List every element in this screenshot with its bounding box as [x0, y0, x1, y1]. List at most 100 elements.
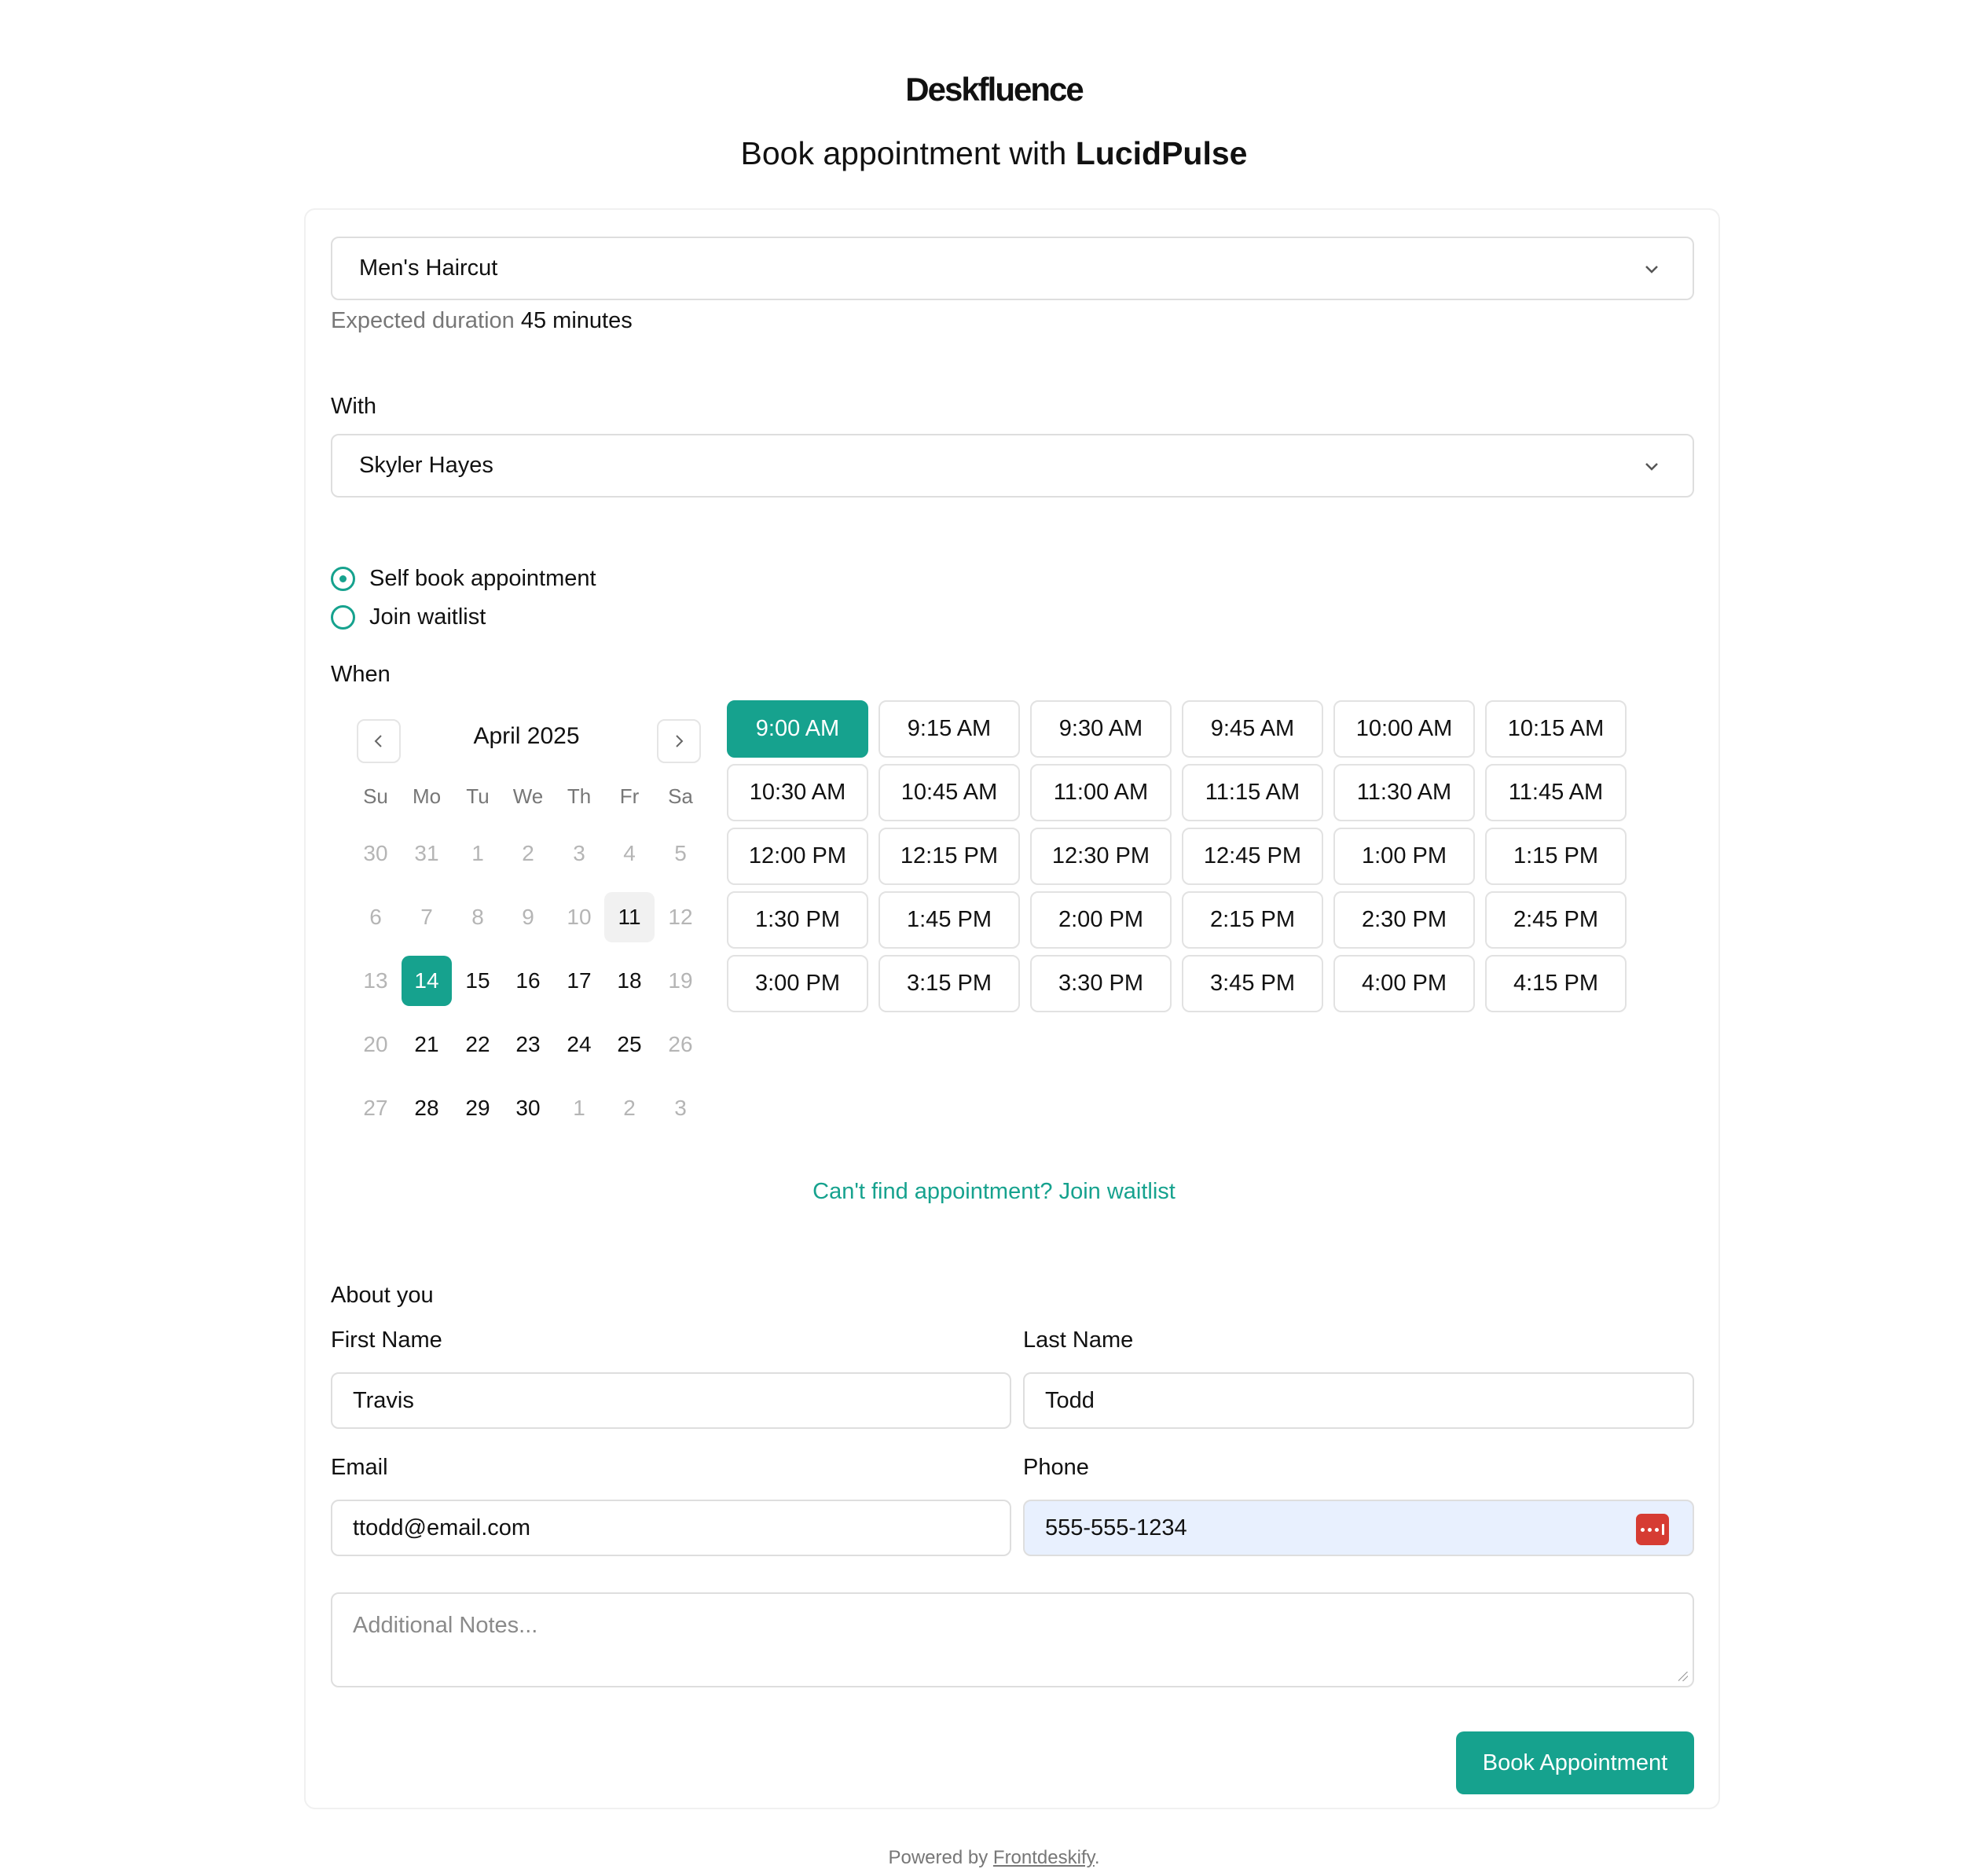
- calendar-day[interactable]: 16: [503, 956, 553, 1006]
- calendar-day[interactable]: 24: [554, 1019, 604, 1070]
- phone-value: 555-555-1234: [1045, 1515, 1187, 1540]
- time-slot-button[interactable]: 2:15 PM: [1182, 891, 1323, 949]
- title-prefix: Book appointment with: [740, 135, 1067, 171]
- chevron-down-icon: [1639, 454, 1664, 479]
- calendar-day[interactable]: 22: [453, 1019, 503, 1070]
- time-slot-button[interactable]: 1:00 PM: [1333, 828, 1475, 885]
- time-slot-button[interactable]: 3:00 PM: [727, 955, 868, 1012]
- calendar-day: 13: [363, 968, 388, 993]
- when-label: When: [331, 662, 391, 687]
- expected-duration: Expected duration 45 minutes: [331, 308, 633, 334]
- weekday-header: Sa: [668, 784, 693, 808]
- frontdeskify-link[interactable]: Frontdeskify: [993, 1847, 1095, 1868]
- footer-prefix: Powered by: [888, 1847, 988, 1868]
- service-select[interactable]: Men's Haircut: [331, 237, 1694, 300]
- calendar-day: 12: [668, 905, 693, 929]
- chevron-left-icon: [374, 735, 382, 747]
- weekday-header: Th: [567, 784, 592, 808]
- time-slot-button[interactable]: 12:00 PM: [727, 828, 868, 885]
- last-name-input[interactable]: Todd: [1023, 1372, 1694, 1429]
- calendar-day: 20: [363, 1032, 388, 1056]
- time-slot-button[interactable]: 9:45 AM: [1182, 700, 1323, 758]
- time-slot-button[interactable]: 1:15 PM: [1485, 828, 1627, 885]
- time-slot-button[interactable]: 10:00 AM: [1333, 700, 1475, 758]
- calendar-day: 31: [414, 841, 439, 865]
- time-slot-button[interactable]: 12:30 PM: [1030, 828, 1172, 885]
- time-slot-button[interactable]: 1:30 PM: [727, 891, 868, 949]
- calendar-day[interactable]: 28: [402, 1083, 452, 1133]
- resize-handle-icon[interactable]: [1678, 1672, 1688, 1681]
- time-slot-button[interactable]: 10:15 AM: [1485, 700, 1627, 758]
- weekday-header: We: [512, 784, 544, 808]
- prev-month-button[interactable]: [357, 719, 401, 763]
- staff-select-value: Skyler Hayes: [359, 453, 493, 478]
- weekday-header: Mo: [412, 784, 442, 808]
- calendar-day[interactable]: 25: [604, 1019, 655, 1070]
- time-slot-button[interactable]: 4:00 PM: [1333, 955, 1475, 1012]
- calendar-day: 30: [363, 841, 388, 865]
- with-label: With: [331, 394, 376, 419]
- time-slot-button[interactable]: 2:30 PM: [1333, 891, 1475, 949]
- additional-notes-textarea[interactable]: Additional Notes...: [331, 1592, 1694, 1687]
- notes-placeholder: Additional Notes...: [353, 1613, 538, 1638]
- time-slot-button[interactable]: 11:00 AM: [1030, 764, 1172, 821]
- duration-value: 45 minutes: [520, 308, 633, 333]
- time-slot-button[interactable]: 9:15 AM: [878, 700, 1020, 758]
- time-slot-button[interactable]: 11:45 AM: [1485, 764, 1627, 821]
- time-slot-button[interactable]: 4:15 PM: [1485, 955, 1627, 1012]
- calendar-day[interactable]: 17: [554, 956, 604, 1006]
- password-manager-icon[interactable]: [1636, 1514, 1669, 1545]
- about-you-heading: About you: [331, 1283, 434, 1308]
- calendar-day-selected[interactable]: 14: [402, 956, 452, 1006]
- email-label: Email: [331, 1455, 388, 1480]
- calendar-day: 3: [573, 841, 585, 865]
- calendar-day: 19: [668, 968, 693, 993]
- time-slot-button[interactable]: 3:45 PM: [1182, 955, 1323, 1012]
- first-name-label: First Name: [331, 1327, 442, 1353]
- radio-join-waitlist[interactable]: Join waitlist: [331, 604, 486, 630]
- time-slot-button[interactable]: 12:45 PM: [1182, 828, 1323, 885]
- calendar-day: 3: [674, 1096, 687, 1120]
- time-slot-button[interactable]: 2:45 PM: [1485, 891, 1627, 949]
- last-name-label: Last Name: [1023, 1327, 1134, 1353]
- calendar-day[interactable]: 23: [503, 1019, 553, 1070]
- join-waitlist-link[interactable]: Can't find appointment? Join waitlist: [0, 1179, 1988, 1205]
- time-slot-button[interactable]: 12:15 PM: [878, 828, 1020, 885]
- book-appointment-button[interactable]: Book Appointment: [1456, 1731, 1694, 1794]
- calendar-day[interactable]: 11: [604, 892, 655, 942]
- calendar-day[interactable]: 18: [604, 956, 655, 1006]
- next-month-button[interactable]: [657, 719, 701, 763]
- calendar-day: 10: [567, 905, 592, 929]
- footer-suffix: .: [1094, 1847, 1100, 1868]
- time-slot-button[interactable]: 10:30 AM: [727, 764, 868, 821]
- time-slot-button[interactable]: 9:00 AM: [727, 700, 868, 758]
- phone-input[interactable]: 555-555-1234: [1023, 1500, 1694, 1556]
- time-slot-button[interactable]: 3:15 PM: [878, 955, 1020, 1012]
- staff-select[interactable]: Skyler Hayes: [331, 434, 1694, 498]
- weekday-header: Fr: [619, 784, 640, 808]
- time-slot-button[interactable]: 3:30 PM: [1030, 955, 1172, 1012]
- calendar-day: 5: [674, 841, 687, 865]
- radio-button-checked[interactable]: [331, 567, 355, 591]
- radio-self-book[interactable]: Self book appointment: [331, 566, 596, 592]
- calendar-day[interactable]: 15: [453, 956, 503, 1006]
- time-slot-button[interactable]: 10:45 AM: [878, 764, 1020, 821]
- footer: Powered by Frontdeskify.: [0, 1847, 1988, 1869]
- first-name-input[interactable]: Travis: [331, 1372, 1011, 1429]
- time-slot-button[interactable]: 9:30 AM: [1030, 700, 1172, 758]
- time-slot-button[interactable]: 11:30 AM: [1333, 764, 1475, 821]
- time-slot-button[interactable]: 2:00 PM: [1030, 891, 1172, 949]
- calendar-day: 9: [522, 905, 534, 929]
- calendar-day: 2: [623, 1096, 636, 1120]
- calendar-day: 26: [668, 1032, 693, 1056]
- calendar-day[interactable]: 30: [503, 1083, 553, 1133]
- radio-button[interactable]: [331, 605, 355, 630]
- calendar-day: 7: [420, 905, 433, 929]
- email-input[interactable]: ttodd@email.com: [331, 1500, 1011, 1556]
- calendar-day[interactable]: 21: [402, 1019, 452, 1070]
- calendar-day: 2: [522, 841, 534, 865]
- calendar-day[interactable]: 29: [453, 1083, 503, 1133]
- phone-label: Phone: [1023, 1455, 1089, 1480]
- time-slot-button[interactable]: 11:15 AM: [1182, 764, 1323, 821]
- time-slot-button[interactable]: 1:45 PM: [878, 891, 1020, 949]
